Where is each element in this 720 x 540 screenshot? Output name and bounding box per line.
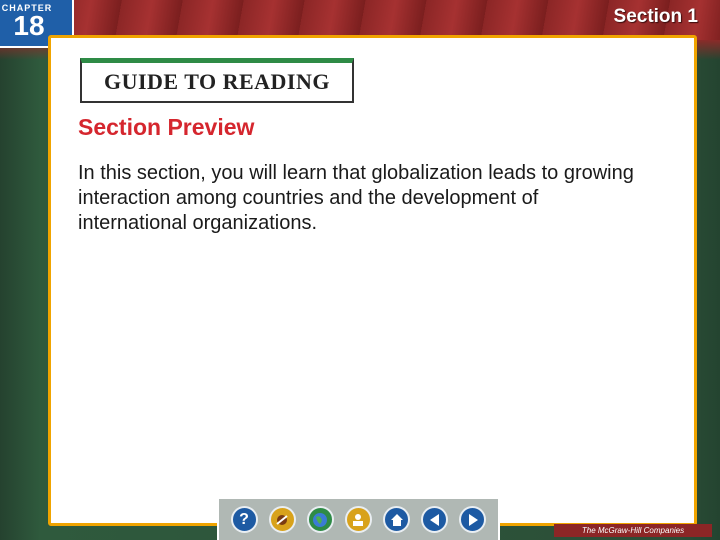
help-button[interactable]: ?: [230, 506, 258, 533]
section-label: Section 1: [613, 6, 698, 27]
previous-icon: [429, 513, 439, 526]
resources-icon: [276, 514, 288, 525]
home-icon: [390, 513, 403, 526]
section-preview-text: In this section, you will learn that glo…: [78, 162, 634, 234]
globe-icon: [313, 512, 328, 527]
previous-button[interactable]: [421, 506, 449, 533]
teacher-icon: [353, 513, 364, 526]
section-preview-heading: Section Preview: [78, 114, 255, 140]
resources-button[interactable]: [268, 506, 296, 533]
navigation-bar: ?: [217, 497, 500, 540]
publisher-logo: The McGraw-Hill Companies: [554, 524, 712, 537]
guide-to-reading-banner: GUIDE TO READING: [80, 58, 354, 103]
guide-title: GUIDE TO READING: [103, 69, 330, 94]
content-panel: GUIDE TO READING Section Preview In this…: [48, 35, 697, 526]
header-band: [0, 0, 720, 40]
home-button[interactable]: [383, 506, 411, 533]
next-icon: [468, 513, 478, 526]
next-button[interactable]: [459, 506, 487, 533]
globe-button[interactable]: [306, 506, 334, 533]
teacher-button[interactable]: [344, 506, 372, 533]
help-icon: ?: [239, 510, 249, 528]
